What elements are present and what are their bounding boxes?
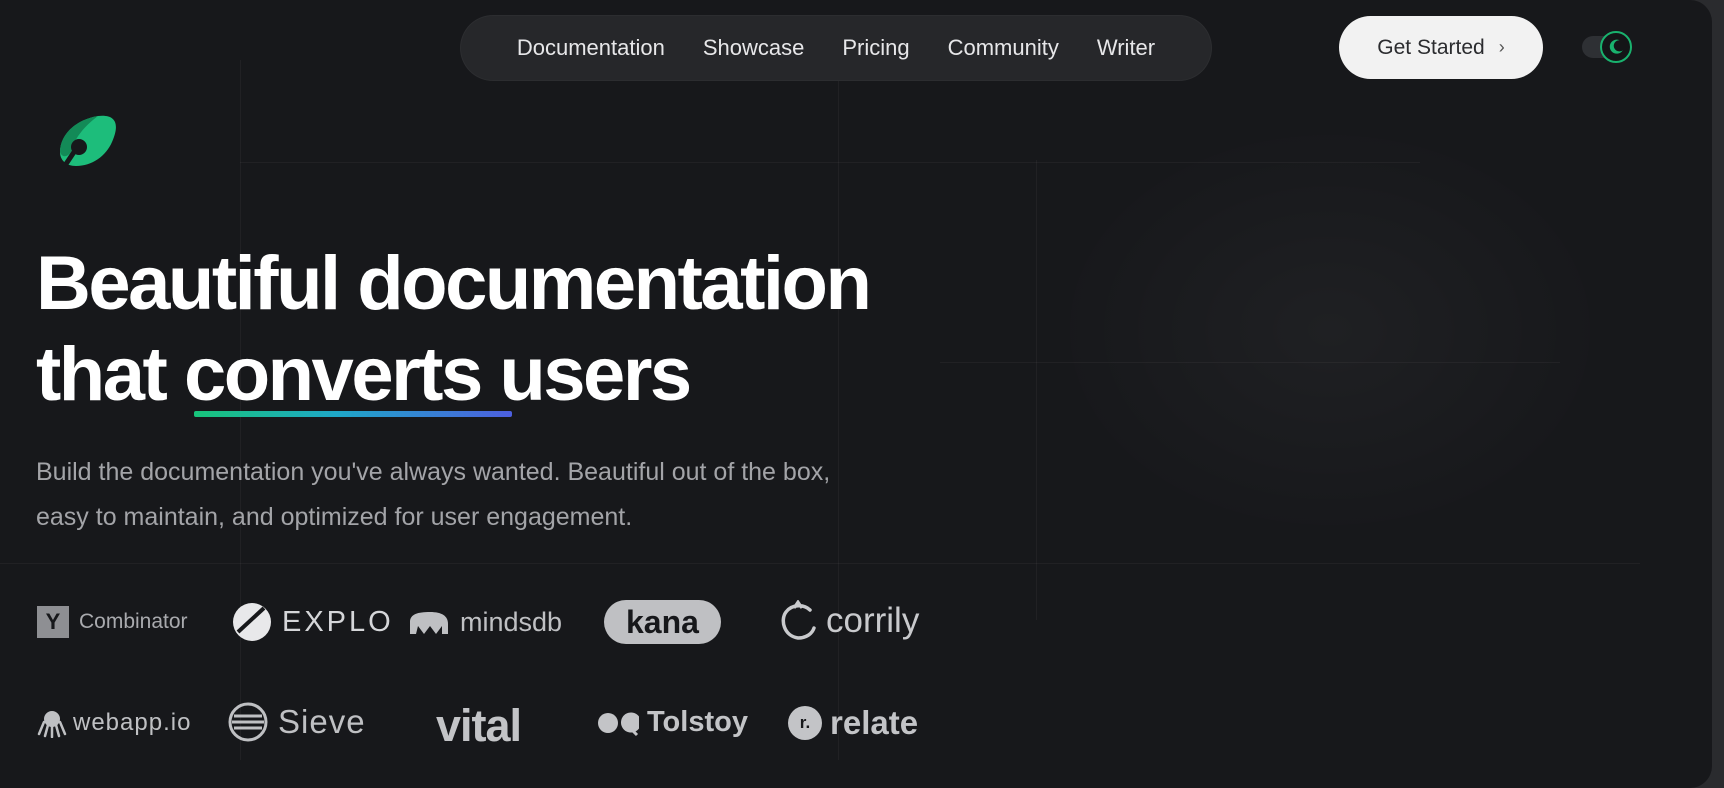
client-logo-kana: kana [604,600,721,644]
hero-title-highlight: converts [183,332,483,417]
client-logo-vital: vital [436,700,522,751]
hero-subtitle: Build the documentation you've always wa… [36,450,936,540]
client-logo-corrily: corrily [780,600,919,642]
nav-link-pricing[interactable]: Pricing [842,35,909,61]
client-logo-mindsdb: mindsdb [408,607,562,638]
sieve-icon [228,702,268,742]
hero-title: Beautiful documentation that converts us… [36,238,872,420]
nav-link-documentation[interactable]: Documentation [517,35,665,61]
nav-link-showcase[interactable]: Showcase [703,35,805,61]
landing-page: Documentation Showcase Pricing Community… [0,0,1712,788]
gradient-underline [194,411,512,417]
client-logo-explo: EXPLO [232,602,394,642]
client-logo-webapp: webapp.io [37,708,191,738]
hero-title-suffix: users [480,332,692,417]
explo-icon [233,603,271,641]
mindsdb-icon [410,611,448,634]
leaf-logo-icon[interactable] [52,114,122,184]
ycombinator-icon: Y [37,606,69,638]
corrily-icon [781,600,816,640]
tolstoy-icon [598,712,639,736]
get-started-button[interactable]: Get Started › [1339,16,1543,79]
hero-title-line1: Beautiful documentation [36,241,872,326]
hero-subtitle-line2: easy to maintain, and optimized for user… [36,503,633,531]
client-logo-sieve: Sieve [228,702,366,742]
hero-subtitle-line1: Build the documentation you've always wa… [36,458,831,486]
webapp-octopus-icon [37,711,67,738]
client-logo-ycombinator: Y Combinator [37,606,188,638]
moon-icon[interactable] [1600,31,1632,63]
hero-title-prefix: that [36,332,184,417]
client-logo-relate: r. relate [788,704,918,742]
nav-link-community[interactable]: Community [948,35,1059,61]
relate-icon: r. [788,706,822,740]
chevron-right-icon: › [1498,37,1505,57]
top-nav: Documentation Showcase Pricing Community… [460,15,1212,81]
nav-link-writer[interactable]: Writer [1097,35,1155,61]
client-logo-tolstoy: Tolstoy [597,706,748,739]
get-started-label: Get Started [1377,35,1485,59]
